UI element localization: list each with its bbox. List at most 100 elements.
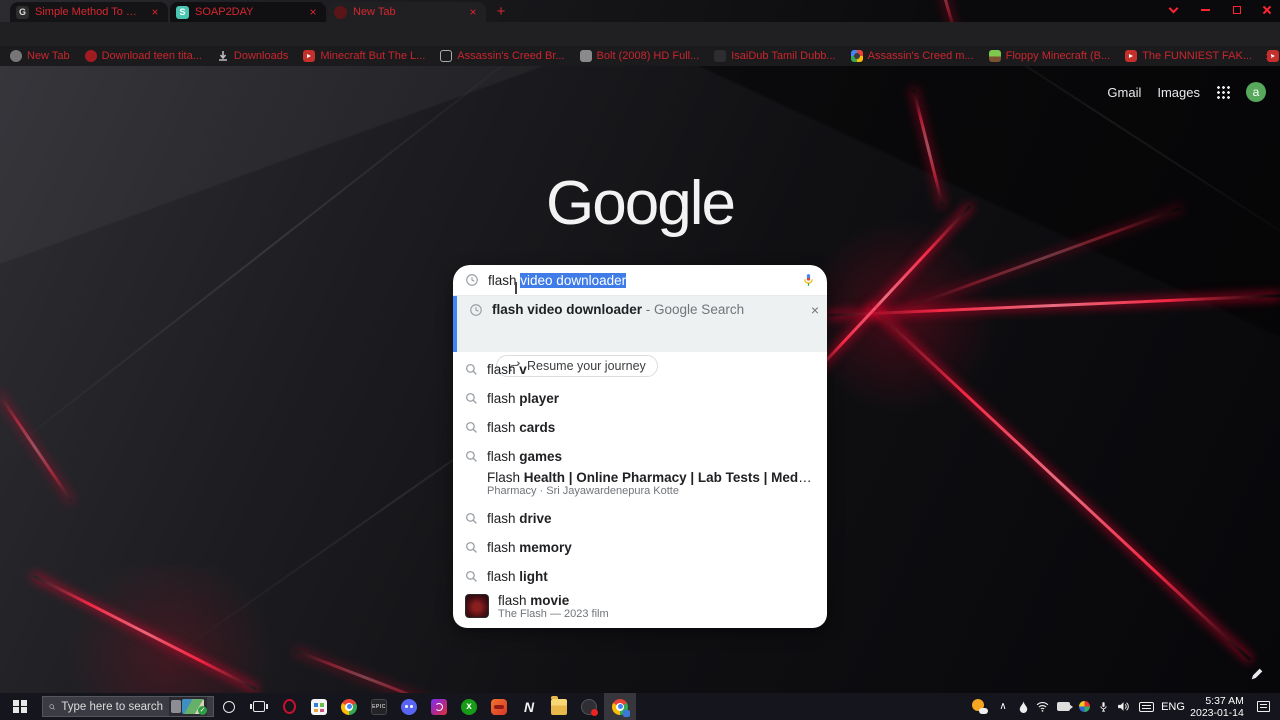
bookmarks-bar: New Tab Download teen tita... Downloads …: [0, 46, 1280, 66]
restore-button[interactable]: [1222, 0, 1252, 20]
search-icon: [49, 701, 55, 713]
microphone-tray-icon[interactable]: [1094, 693, 1112, 720]
close-button[interactable]: [1252, 0, 1280, 20]
bookmark-item[interactable]: Assassin's Creed Br...: [440, 50, 564, 62]
account-avatar[interactable]: a: [1246, 82, 1266, 102]
entity-title: Flash Health | Online Pharmacy | Lab Tes…: [487, 470, 815, 485]
wallpaper-glow: [40, 566, 300, 693]
color-wheel-tray-icon[interactable]: [1074, 693, 1094, 720]
minimize-button[interactable]: [1190, 0, 1220, 20]
taskbar-search[interactable]: Type here to search ✓: [42, 696, 214, 717]
date-label: 2023-01-14: [1190, 707, 1244, 719]
monitor-icon: [440, 50, 452, 62]
bookmark-item[interactable]: Assassin's Creed m...: [851, 50, 974, 62]
bookmark-item[interactable]: IsaiDub Tamil Dubb...: [714, 50, 835, 62]
search-icon: [465, 541, 478, 554]
bookmark-label: Bolt (2008) HD Full...: [597, 50, 700, 62]
bookmark-item[interactable]: Downloads: [217, 50, 288, 62]
droplet-tray-icon[interactable]: [1014, 693, 1032, 720]
bookmarks-overflow-icon[interactable]: »: [1265, 49, 1272, 63]
tab-2[interactable]: S SOAP2DAY ×: [170, 2, 326, 22]
discord-icon[interactable]: [394, 693, 424, 720]
movie-subtitle: The Flash — 2023 film: [498, 608, 609, 620]
search-icon: [465, 392, 478, 405]
search-icon: [465, 363, 478, 376]
action-center-icon[interactable]: [1246, 693, 1280, 720]
youtube-icon: [1125, 50, 1137, 62]
taskbar: Type here to search ✓ EPIC x N ∧: [0, 693, 1280, 720]
suggestion-entity-flash-health[interactable]: Flash Health | Online Pharmacy | Lab Tes…: [453, 468, 827, 506]
suggestion-flash-light[interactable]: flash light: [453, 562, 827, 591]
bookmark-item[interactable]: New Tab: [10, 50, 70, 62]
suggestion-flash-player[interactable]: flash player: [453, 384, 827, 413]
taskbar-search-placeholder: Type here to search: [61, 701, 163, 713]
search-input[interactable]: flash video downloader: [453, 265, 827, 295]
bookmark-item[interactable]: Download teen tita...: [85, 50, 202, 62]
bookmark-item[interactable]: Floppy Minecraft (B...: [989, 50, 1111, 62]
new-tab-button[interactable]: +: [492, 3, 510, 21]
suggestion-flash-drive[interactable]: flash drive: [453, 504, 827, 533]
suggestion-flash-games[interactable]: flash games: [453, 442, 827, 471]
suggestion-text: flash games: [487, 449, 562, 464]
chrome-icon[interactable]: [334, 693, 364, 720]
google-apps-icon[interactable]: [1216, 85, 1230, 99]
highlighted-suggestion[interactable]: flash video downloader - Google Search ×…: [453, 296, 827, 352]
suggestion-flash-cards[interactable]: flash cards: [453, 413, 827, 442]
remove-suggestion-icon[interactable]: ×: [811, 302, 819, 318]
bookmark-label: Downloads: [234, 50, 288, 62]
globe-icon: [10, 50, 22, 62]
language-indicator[interactable]: ENG: [1158, 693, 1188, 720]
n-app-icon[interactable]: N: [514, 693, 544, 720]
tab-1[interactable]: G Simple Method To Watch Puss i... ×: [10, 2, 168, 22]
suggestion-flash-movie[interactable]: flash movie The Flash — 2023 film: [453, 588, 827, 624]
gmail-link[interactable]: Gmail: [1107, 85, 1141, 100]
touch-keyboard-icon[interactable]: [1134, 693, 1158, 720]
cortana-icon[interactable]: [214, 693, 244, 720]
page-header-links: Gmail Images a: [1107, 82, 1266, 102]
record-app-icon[interactable]: [574, 693, 604, 720]
bookmark-label: Download teen tita...: [102, 50, 202, 62]
new-tab-page: Gmail Images a Google flash video downlo…: [0, 66, 1280, 693]
swirl-app-icon[interactable]: [424, 693, 454, 720]
images-link[interactable]: Images: [1157, 85, 1200, 100]
suggestion-flash-v[interactable]: flash v: [453, 355, 827, 384]
microsoft-store-icon[interactable]: [304, 693, 334, 720]
tab-search-chevron-icon[interactable]: [1158, 0, 1188, 20]
soap2day-favicon: S: [176, 6, 189, 19]
selected-text: video downloader: [520, 273, 626, 288]
wifi-icon[interactable]: [1032, 693, 1052, 720]
opera-icon[interactable]: [274, 693, 304, 720]
task-view-icon[interactable]: [244, 693, 274, 720]
suggestion-flash-memory[interactable]: flash memory: [453, 533, 827, 562]
time-label: 5:37 AM: [1190, 695, 1244, 707]
weather-tray-icon[interactable]: [966, 693, 992, 720]
camera-tray-icon[interactable]: [1052, 693, 1074, 720]
customize-pencil-icon[interactable]: [1249, 666, 1265, 682]
epic-games-icon[interactable]: EPIC: [364, 693, 394, 720]
tab-close-icon[interactable]: ×: [148, 5, 162, 19]
bookmark-item[interactable]: The FUNNIEST FAK...: [1125, 50, 1252, 62]
site-icon: [714, 50, 726, 62]
suggestion-text: flash player: [487, 391, 559, 406]
text-cursor: [515, 282, 517, 294]
tab-close-icon[interactable]: ×: [466, 5, 480, 19]
voice-search-mic-icon[interactable]: [802, 273, 815, 288]
chrome-active-icon[interactable]: [604, 693, 636, 720]
start-button[interactable]: [0, 693, 40, 720]
bookmark-item[interactable]: Minecraft But The L...: [303, 50, 425, 62]
gamepad-app-icon[interactable]: [484, 693, 514, 720]
file-explorer-icon[interactable]: [544, 693, 574, 720]
bookmark-label: The FUNNIEST FAK...: [1142, 50, 1252, 62]
tab-close-icon[interactable]: ×: [306, 5, 320, 19]
clock[interactable]: 5:37 AM2023-01-14: [1188, 693, 1246, 720]
xbox-icon[interactable]: x: [454, 693, 484, 720]
tray-expand-chevron-icon[interactable]: ∧: [992, 693, 1014, 720]
speaker-icon[interactable]: [1112, 693, 1134, 720]
tab-3-active[interactable]: New Tab ×: [328, 2, 486, 22]
search-icon: [465, 512, 478, 525]
newtab-favicon: [334, 6, 347, 19]
windows-logo-icon: [13, 700, 27, 714]
wallpaper-glow: [0, 393, 73, 502]
bookmark-item[interactable]: Bolt (2008) HD Full...: [580, 50, 700, 62]
top-suggestion-row[interactable]: flash video downloader - Google Search ×: [457, 296, 831, 323]
